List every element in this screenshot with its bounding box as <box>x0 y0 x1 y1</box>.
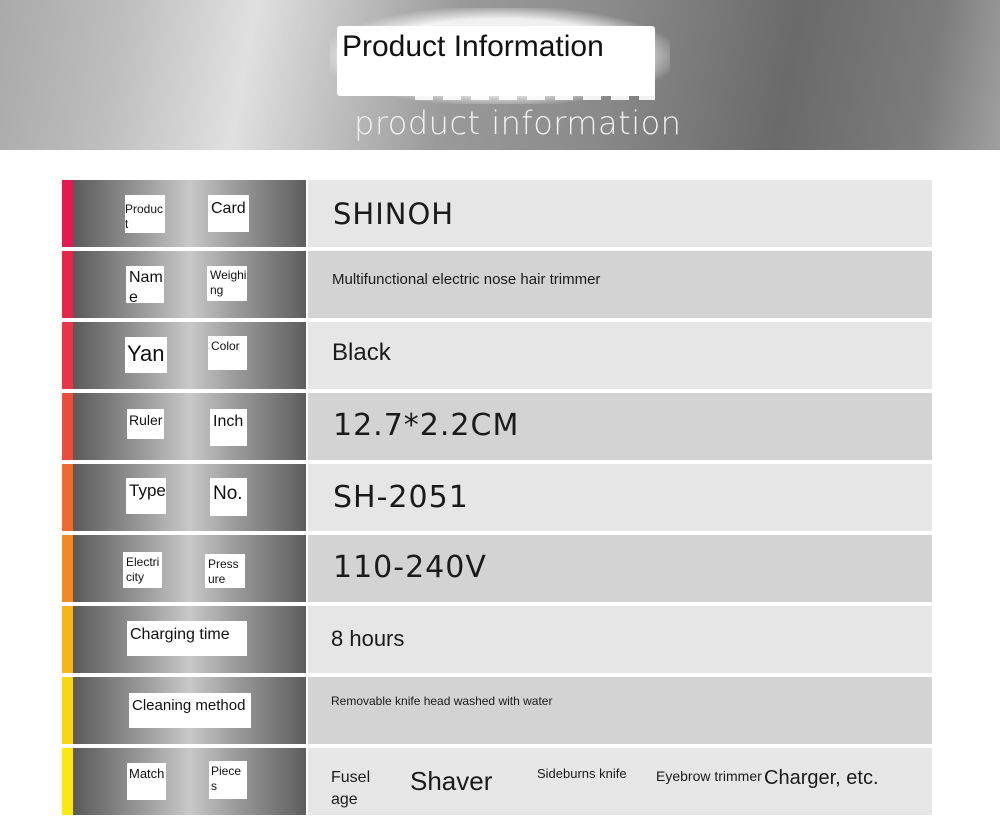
label-tag: Charging time <box>127 621 247 656</box>
row-label-cell: Name Weighing <box>73 251 306 318</box>
row-value-cell: 12.7*2.2CM <box>308 393 932 460</box>
info-row-color: Yan Color Black <box>62 322 932 389</box>
label-tag-left: Type <box>126 478 166 514</box>
label-tag-right: Color <box>208 336 247 370</box>
info-row-cleaning: Cleaning method Removable knife head was… <box>62 677 932 744</box>
row-accent-bar <box>62 535 73 602</box>
row-value: 8 hours <box>331 626 405 651</box>
row-accent-bar <box>62 251 73 318</box>
row-accent-bar <box>62 606 73 673</box>
row-label-cell: Yan Color <box>73 322 306 389</box>
row-value-cell: SHINOH <box>308 180 932 247</box>
info-row-accessories: Match Pieces Fuselage Shaver Sideburns k… <box>62 748 932 815</box>
row-accent-bar <box>62 322 73 389</box>
label-tag-right: No. <box>210 478 247 516</box>
row-value-cell: Multifunctional electric nose hair trimm… <box>308 251 932 318</box>
row-value: Removable knife head washed with water <box>331 694 553 708</box>
row-value: SH-2051 <box>333 480 469 515</box>
label-tag-left: Match <box>127 763 166 800</box>
row-label-cell: Type No. <box>73 464 306 531</box>
label-tag-left: Yan <box>125 337 167 373</box>
row-value-cell: 110-240V <box>308 535 932 602</box>
row-value-cell: 8 hours <box>308 606 932 673</box>
row-value: 12.7*2.2CM <box>333 408 520 443</box>
info-row-name: Name Weighing Multifunctional electric n… <box>62 251 932 318</box>
row-value-cell: Fuselage Shaver Sideburns knife Eyebrow … <box>308 748 932 815</box>
label-tag-right: Weighing <box>207 266 247 301</box>
label-tag-right: Pressure <box>205 554 245 588</box>
row-accent-bar <box>62 180 73 247</box>
info-row-size: Ruler Inch 12.7*2.2CM <box>62 393 932 460</box>
row-value: 110-240V <box>333 550 487 585</box>
info-row-voltage: Electricity Pressure 110-240V <box>62 535 932 602</box>
accessory-item: Fuselage <box>331 769 371 809</box>
row-value: SHINOH <box>333 197 455 231</box>
row-label-cell: Cleaning method <box>73 677 306 744</box>
label-tag-left: Name <box>126 266 164 306</box>
page-title: Product Information <box>342 30 604 63</box>
accessory-item: Eyebrow trimmer <box>656 768 762 784</box>
page-subtitle: product information <box>354 104 682 142</box>
accessory-item: Sideburns knife <box>537 766 627 781</box>
row-accent-bar <box>62 748 73 815</box>
label-tag-right: Inch <box>210 409 247 446</box>
info-row-model: Type No. SH-2051 <box>62 464 932 531</box>
row-label-cell: Electricity Pressure <box>73 535 306 602</box>
label-tag-right: Card <box>208 195 249 232</box>
info-row-charging: Charging time 8 hours <box>62 606 932 673</box>
row-value: Black <box>332 339 391 366</box>
row-label-cell: Charging time <box>73 606 306 673</box>
row-label-cell: Product Card <box>73 180 306 247</box>
label-tag-left: Electricity <box>123 552 162 588</box>
accessory-item: Charger, etc. <box>764 767 879 790</box>
header-banner: Product Information product information <box>0 0 1000 150</box>
row-label-cell: Match Pieces <box>73 748 306 815</box>
label-tag: Cleaning method <box>129 693 251 728</box>
row-value-cell: Black <box>308 322 932 389</box>
row-accent-bar <box>62 393 73 460</box>
row-value: Multifunctional electric nose hair trimm… <box>332 271 601 288</box>
label-tag-left: Product <box>125 195 165 233</box>
info-row-brand: Product Card SHINOH <box>62 180 932 247</box>
row-accent-bar <box>62 464 73 531</box>
label-tag-right: Pieces <box>209 761 247 799</box>
accessory-item: Shaver <box>410 766 493 796</box>
label-tag-left: Ruler <box>127 409 164 439</box>
row-label-cell: Ruler Inch <box>73 393 306 460</box>
row-accent-bar <box>62 677 73 744</box>
row-value-cell: SH-2051 <box>308 464 932 531</box>
row-value-cell: Removable knife head washed with water <box>308 677 932 744</box>
